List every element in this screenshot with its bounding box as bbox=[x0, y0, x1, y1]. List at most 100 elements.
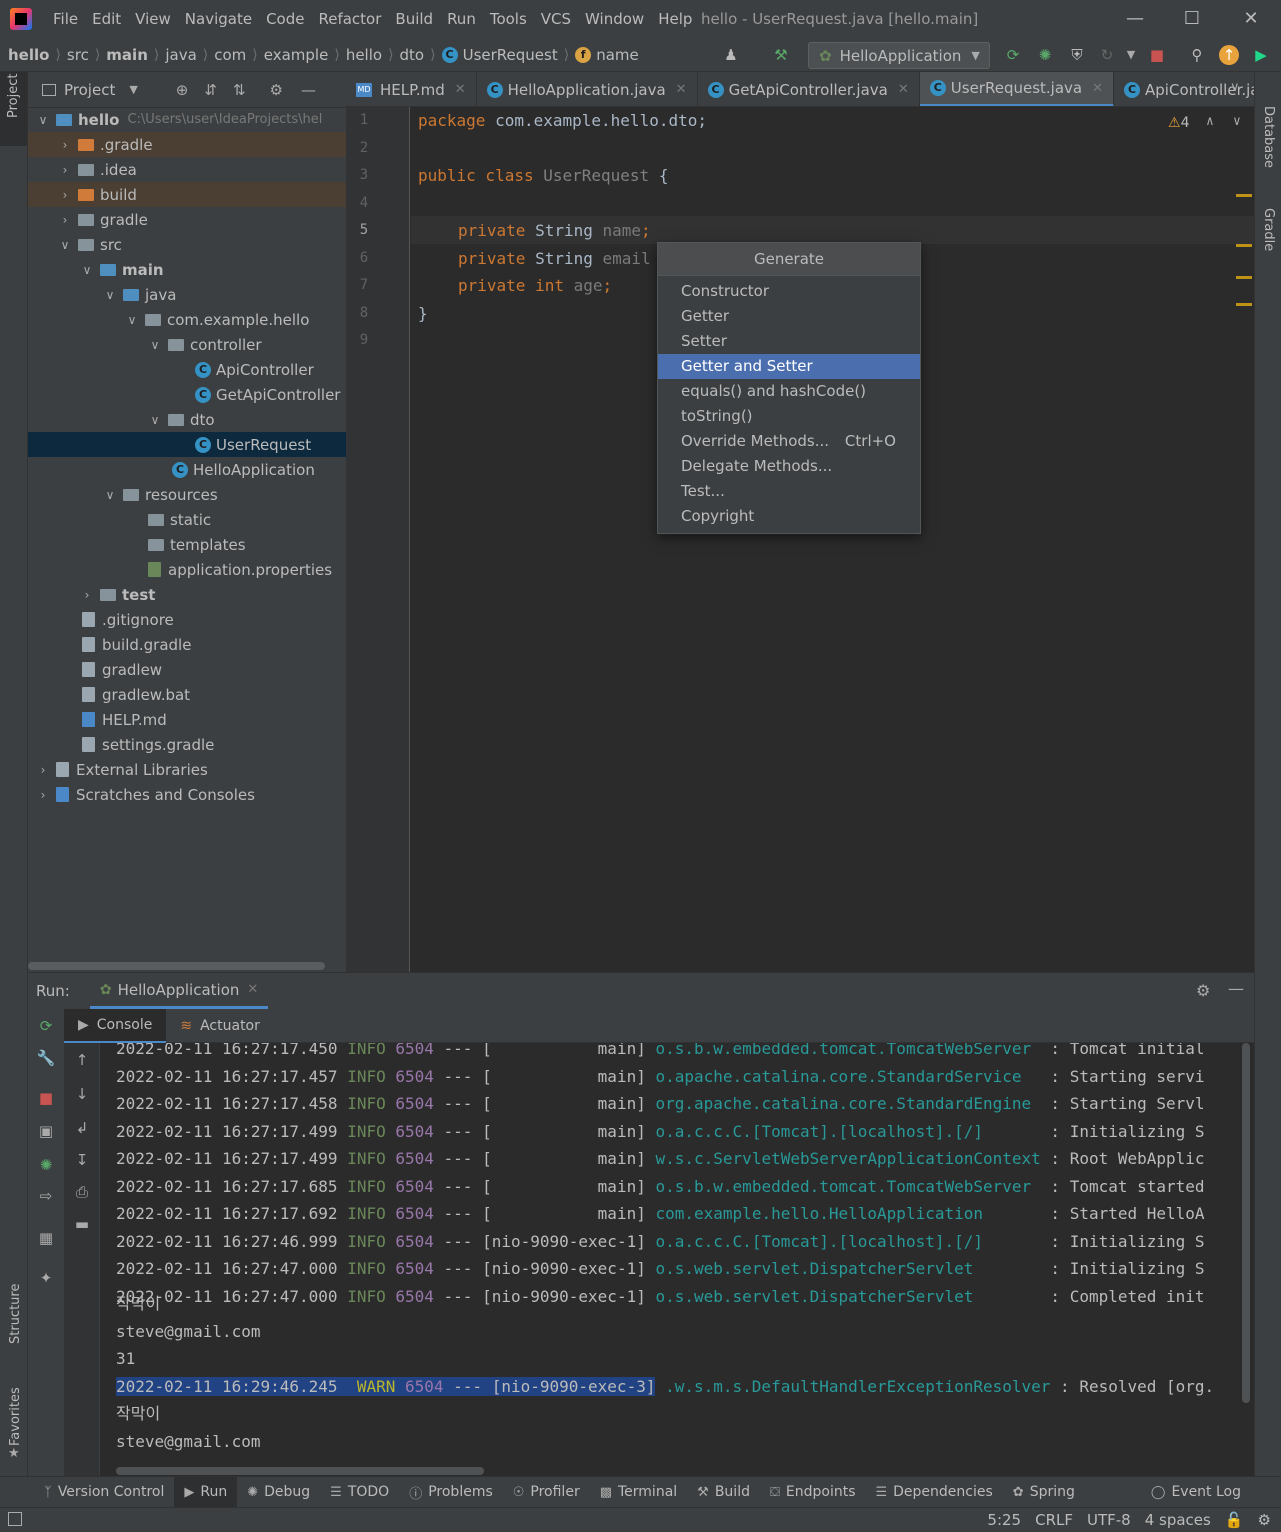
tab-actuator[interactable]: ≋ Actuator bbox=[166, 1009, 274, 1043]
breadcrumb-java[interactable]: java bbox=[165, 46, 196, 64]
tree-item-build[interactable]: › build bbox=[28, 182, 346, 207]
tab-helloapplication[interactable]: C HelloApplication.java ✕ bbox=[477, 72, 698, 106]
coverage-icon[interactable]: ⛨ bbox=[1066, 44, 1088, 66]
structure-tool-label[interactable]: Structure bbox=[8, 1284, 23, 1344]
inspector-icon[interactable]: ⚙ bbox=[1258, 1511, 1271, 1529]
run-config-select[interactable]: ✿ HelloApplication ▼ bbox=[808, 42, 990, 69]
tool-profiler[interactable]: ☉ Profiler bbox=[503, 1477, 590, 1508]
tree-item-java[interactable]: ∨ java bbox=[28, 282, 346, 307]
tree-item-static[interactable]: static bbox=[28, 507, 346, 532]
project-horizontal-scrollbar[interactable] bbox=[28, 962, 325, 970]
project-panel-title[interactable]: Project bbox=[64, 81, 115, 99]
tree-item-test[interactable]: › test bbox=[28, 582, 346, 607]
console-horizontal-scrollbar[interactable] bbox=[116, 1467, 484, 1475]
stop-icon[interactable]: ■ bbox=[36, 1089, 56, 1109]
tree-item-dot-gradle[interactable]: › .gradle bbox=[28, 132, 346, 157]
generate-override-methods[interactable]: Override Methods... Ctrl+O bbox=[658, 429, 920, 454]
toolbox-icon[interactable]: ▶ bbox=[1250, 44, 1272, 66]
generate-equals-hashcode[interactable]: equals() and hashCode() bbox=[658, 379, 920, 404]
profile-icon[interactable]: ↻ bbox=[1096, 44, 1118, 66]
tree-item-gradlew-bat[interactable]: gradlew.bat bbox=[28, 682, 346, 707]
previous-highlight-icon[interactable]: ∧ bbox=[1206, 114, 1214, 129]
tree-item-gradlew[interactable]: gradlew bbox=[28, 657, 346, 682]
code-editor[interactable]: package com.example.hello.dto; public cl… bbox=[411, 107, 1254, 972]
tree-item-main[interactable]: ∨ main bbox=[28, 257, 346, 282]
soft-wrap-icon[interactable]: ↲ bbox=[72, 1119, 92, 1139]
warning-stripe-marker[interactable] bbox=[1236, 244, 1252, 247]
caret-position[interactable]: 5:25 bbox=[987, 1511, 1021, 1529]
chevron-down-icon[interactable]: ▼ bbox=[129, 83, 137, 96]
tree-item-root[interactable]: ∨ hello C:\Users\user\IdeaProjects\hel bbox=[28, 107, 346, 132]
tree-item-external-libraries[interactable]: › External Libraries bbox=[28, 757, 346, 782]
tool-run[interactable]: ▶ Run bbox=[174, 1476, 238, 1508]
generate-test[interactable]: Test... bbox=[658, 479, 920, 504]
arrow-down-icon[interactable]: ↓ bbox=[72, 1085, 92, 1105]
menu-tools[interactable]: Tools bbox=[483, 10, 534, 28]
toggle-tool-windows-icon[interactable] bbox=[8, 1512, 22, 1526]
hide-panel-icon[interactable]: — bbox=[1228, 979, 1244, 998]
breadcrumb-hello-pkg[interactable]: hello bbox=[346, 46, 382, 64]
tab-getapicontroller[interactable]: C GetApiController.java ✕ bbox=[698, 72, 920, 106]
rerun-icon[interactable]: ⟳ bbox=[36, 1017, 56, 1037]
menu-navigate[interactable]: Navigate bbox=[178, 10, 259, 28]
maximize-icon[interactable]: ☐ bbox=[1177, 6, 1207, 32]
tool-spring[interactable]: ✿ Spring bbox=[1003, 1477, 1085, 1508]
tree-item-resources[interactable]: ∨ resources bbox=[28, 482, 346, 507]
tool-todo[interactable]: ☰ TODO bbox=[320, 1477, 399, 1508]
project-tool-button[interactable]: Project bbox=[0, 72, 27, 146]
camera-icon[interactable]: ▣ bbox=[36, 1122, 56, 1142]
locate-icon[interactable]: ⊕ bbox=[176, 81, 189, 99]
breadcrumb-hello[interactable]: hello bbox=[8, 46, 49, 64]
generate-getter-and-setter[interactable]: Getter and Setter bbox=[658, 354, 920, 379]
hide-panel-icon[interactable]: — bbox=[301, 81, 316, 99]
build-hammer-icon[interactable]: ⚒ bbox=[770, 44, 792, 66]
warning-stripe-marker[interactable] bbox=[1236, 194, 1252, 197]
minimize-icon[interactable]: — bbox=[1120, 6, 1150, 32]
database-tool-label[interactable]: Database bbox=[1261, 106, 1276, 168]
favorites-tool-label[interactable]: Favorites bbox=[8, 1387, 23, 1446]
tool-event-log[interactable]: ◯ Event Log bbox=[1141, 1477, 1251, 1508]
scroll-to-end-icon[interactable]: ↧ bbox=[72, 1151, 92, 1171]
tree-item-controller[interactable]: ∨ controller bbox=[28, 332, 346, 357]
tree-item-helloapplication[interactable]: C HelloApplication bbox=[28, 457, 346, 482]
tool-dependencies[interactable]: ☰ Dependencies bbox=[866, 1477, 1003, 1508]
generate-constructor[interactable]: Constructor bbox=[658, 279, 920, 304]
indent-setting[interactable]: 4 spaces bbox=[1145, 1511, 1211, 1529]
menu-code[interactable]: Code bbox=[259, 10, 311, 28]
breadcrumb-dto[interactable]: dto bbox=[400, 46, 425, 64]
tree-item-src[interactable]: ∨ src bbox=[28, 232, 346, 257]
warning-stripe-marker[interactable] bbox=[1236, 276, 1252, 279]
debug-bug-icon[interactable]: ✺ bbox=[1034, 44, 1056, 66]
pin-icon[interactable]: ✦ bbox=[36, 1269, 56, 1289]
tab-console[interactable]: ▶ Console bbox=[64, 1008, 167, 1043]
stop-icon[interactable]: ■ bbox=[1146, 44, 1168, 66]
wrench-icon[interactable]: 🔧 bbox=[36, 1049, 56, 1069]
tree-item-package[interactable]: ∨ com.example.hello bbox=[28, 307, 346, 332]
close-icon[interactable]: ✕ bbox=[247, 982, 258, 997]
breadcrumb-example[interactable]: example bbox=[264, 46, 329, 64]
line-separator[interactable]: CRLF bbox=[1035, 1511, 1073, 1529]
login-icon[interactable]: ⇨ bbox=[36, 1187, 56, 1207]
expand-all-icon[interactable]: ⇵ bbox=[204, 81, 217, 99]
close-icon[interactable]: ✕ bbox=[898, 82, 909, 97]
breadcrumb-src[interactable]: src bbox=[67, 46, 89, 64]
trash-icon[interactable]: ▬ bbox=[72, 1215, 92, 1235]
print-icon[interactable]: ⎙ bbox=[72, 1183, 92, 1203]
tree-item-settings-gradle[interactable]: settings.gradle bbox=[28, 732, 346, 757]
warning-stripe-marker[interactable] bbox=[1236, 303, 1252, 306]
menu-view[interactable]: View bbox=[128, 10, 178, 28]
search-icon[interactable]: ⚲ bbox=[1186, 44, 1208, 66]
tab-help-md[interactable]: MD HELP.md ✕ bbox=[346, 72, 477, 106]
warnings-indicator[interactable]: ⚠4 bbox=[1168, 115, 1189, 131]
close-icon[interactable]: ✕ bbox=[455, 82, 466, 97]
tree-item-gitignore[interactable]: .gitignore bbox=[28, 607, 346, 632]
gear-icon[interactable]: ⚙ bbox=[1196, 981, 1210, 1000]
breadcrumb-main[interactable]: main bbox=[106, 46, 148, 64]
gear-icon[interactable]: ⚙ bbox=[270, 81, 283, 99]
file-encoding[interactable]: UTF-8 bbox=[1087, 1511, 1131, 1529]
layout-icon[interactable]: ▦ bbox=[36, 1229, 56, 1249]
breadcrumb-userrequest[interactable]: C UserRequest bbox=[441, 46, 558, 64]
more-actions-chevron-icon[interactable]: ▼ bbox=[1120, 44, 1142, 66]
tree-item-templates[interactable]: templates bbox=[28, 532, 346, 557]
tab-userrequest[interactable]: C UserRequest.java ✕ bbox=[919, 72, 1115, 106]
